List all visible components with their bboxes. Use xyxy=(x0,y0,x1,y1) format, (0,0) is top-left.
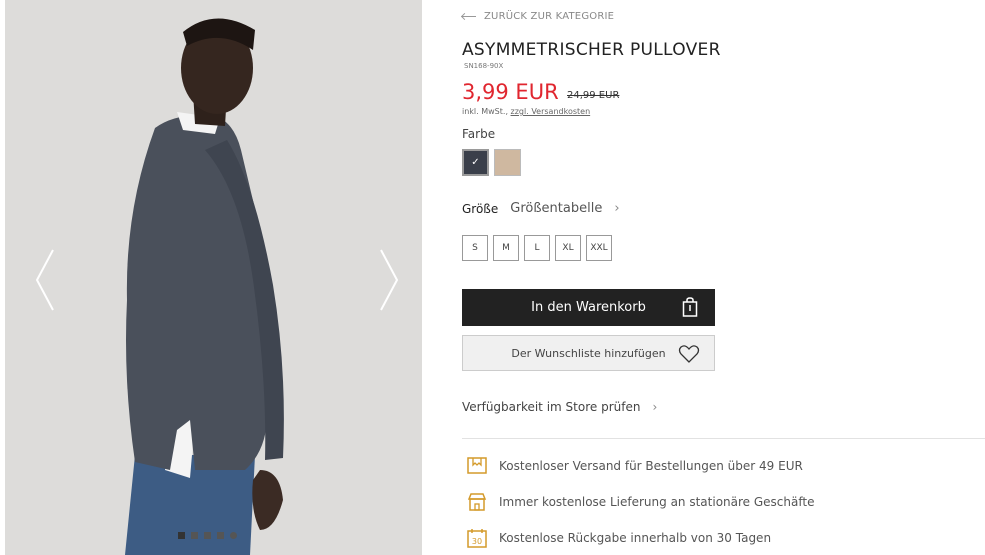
color-swatch-beige[interactable] xyxy=(494,149,521,176)
add-to-cart-label: In den Warenkorb xyxy=(531,300,646,315)
arrow-left-icon xyxy=(462,16,476,17)
gallery-dot[interactable] xyxy=(230,532,237,539)
gallery-prev-arrow[interactable] xyxy=(33,248,57,312)
calendar-30-icon: 30 xyxy=(467,529,487,548)
color-label: Farbe xyxy=(462,127,496,141)
product-photo xyxy=(5,0,422,555)
chevron-right-icon: › xyxy=(614,201,620,216)
divider xyxy=(462,438,985,439)
store-icon xyxy=(467,493,487,511)
benefit-text: Immer kostenlose Lieferung an stationäre… xyxy=(499,495,815,509)
tax-text: inkl. MwSt., xyxy=(462,107,511,116)
size-option-l[interactable]: L xyxy=(524,235,550,261)
product-old-price: 24,99 EUR xyxy=(567,90,620,101)
chevron-right-icon: › xyxy=(652,400,658,414)
store-availability-label: Verfügbarkeit im Store prüfen xyxy=(462,400,641,414)
size-label: Größe xyxy=(462,201,499,216)
benefit-free-returns: 30 Kostenlose Rückgabe innerhalb von 30 … xyxy=(467,528,771,548)
shipping-costs-link[interactable]: zzgl. Versandkosten xyxy=(511,107,591,116)
size-option-m[interactable]: M xyxy=(493,235,519,261)
checkmark-icon: ✓ xyxy=(471,157,480,168)
product-price: 3,99 EUR xyxy=(462,80,559,104)
product-image-gallery xyxy=(5,0,422,555)
add-to-wishlist-button[interactable]: Der Wunschliste hinzufügen xyxy=(462,335,715,371)
gallery-dot[interactable] xyxy=(217,532,224,539)
back-to-category-link[interactable]: ZURÜCK ZUR KATEGORIE xyxy=(462,11,614,22)
gallery-dot[interactable] xyxy=(191,532,198,539)
back-label: ZURÜCK ZUR KATEGORIE xyxy=(484,11,615,22)
gallery-dot[interactable] xyxy=(178,532,185,539)
shipping-icon xyxy=(467,457,487,474)
tax-info: inkl. MwSt., zzgl. Versandkosten xyxy=(462,107,590,116)
benefit-text: Kostenlose Rückgabe innerhalb von 30 Tag… xyxy=(499,531,772,545)
gallery-dot[interactable] xyxy=(204,532,211,539)
size-option-xxl[interactable]: XXL xyxy=(586,235,612,261)
size-table-link[interactable]: Größentabelle xyxy=(510,201,602,216)
gallery-next-arrow[interactable] xyxy=(377,248,401,312)
benefit-free-shipping: Kostenloser Versand für Bestellungen übe… xyxy=(467,456,803,476)
benefit-store-delivery: Immer kostenlose Lieferung an stationäre… xyxy=(467,492,814,512)
size-option-s[interactable]: S xyxy=(462,235,488,261)
product-sku: SN168-90X xyxy=(464,62,504,70)
color-swatch-dark[interactable]: ✓ xyxy=(462,149,489,176)
size-options: S M L XL XXL xyxy=(462,235,612,261)
shopping-bag-icon xyxy=(682,297,698,321)
size-option-xl[interactable]: XL xyxy=(555,235,581,261)
add-to-cart-button[interactable]: In den Warenkorb xyxy=(462,289,715,326)
benefit-text: Kostenloser Versand für Bestellungen übe… xyxy=(499,459,803,473)
store-availability-link[interactable]: Verfügbarkeit im Store prüfen › xyxy=(462,400,657,414)
size-row: Größe Größentabelle › xyxy=(462,201,620,216)
svg-text:30: 30 xyxy=(472,537,482,546)
add-to-wishlist-label: Der Wunschliste hinzufügen xyxy=(511,346,666,360)
product-title: ASYMMETRISCHER PULLOVER xyxy=(462,40,721,60)
gallery-pagination xyxy=(178,532,237,539)
heart-icon xyxy=(678,344,700,367)
